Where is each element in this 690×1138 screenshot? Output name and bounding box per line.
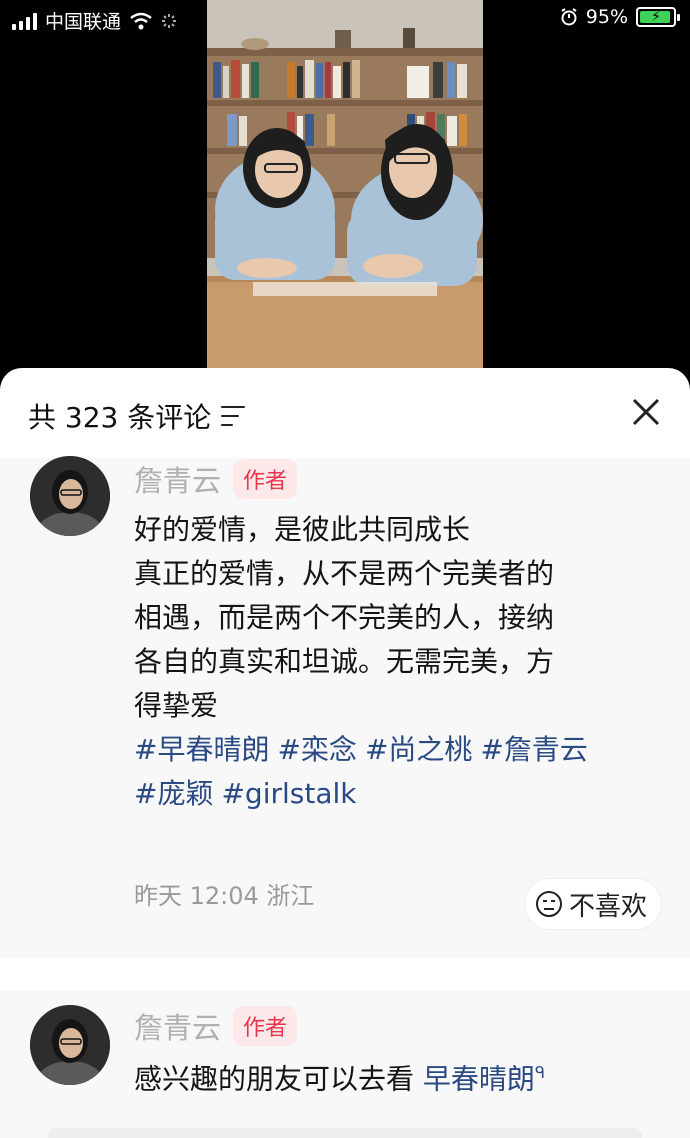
comment-text: 感兴趣的朋友可以去看 早春晴朗ᑫ — [134, 1051, 656, 1101]
alarm-icon — [561, 8, 577, 26]
comment-meta: 昨天 12:04 浙江 — [134, 882, 315, 910]
close-icon[interactable] — [628, 394, 664, 430]
comment-item: 詹青云 作者 好的爱情，是彼此共同成长 真正的爱情，从不是两个完美者的 相遇，而… — [0, 456, 690, 958]
comment-line: 各自的真实和坦诚。无需完美，方 — [134, 645, 555, 678]
battery-percent: 95% — [585, 6, 628, 28]
sort-icon[interactable] — [221, 406, 246, 426]
hashtag-link[interactable]: #girlstalk — [221, 777, 356, 810]
video-thumbnail[interactable] — [207, 0, 483, 370]
hashtag-list: #庞颖 #girlstalk — [134, 772, 656, 816]
comment-item: 詹青云 作者 感兴趣的朋友可以去看 早春晴朗ᑫ — [0, 991, 690, 1138]
comment-line: 好的爱情，是彼此共同成长 — [134, 513, 471, 546]
comments-sheet: 共 323 条评论 詹青云 作者 好的爱情，是彼此共同成长 真正的爱情，从不是两… — [0, 368, 690, 1138]
comment-line: 相遇，而是两个不完美的人，接纳 — [134, 601, 555, 634]
hashtag-link[interactable]: #栾念 — [277, 733, 356, 766]
avatar[interactable] — [30, 456, 110, 536]
comments-count-label: 共 323 条评论 — [28, 401, 212, 434]
hashtag-list: #早春晴朗 #栾念 #尚之桃 #詹青云 — [134, 728, 656, 772]
author-badge: 作者 — [233, 1006, 298, 1046]
comment-author: 詹青云 作者 — [134, 1005, 298, 1047]
search-link[interactable]: 早春晴朗 — [423, 1062, 535, 1095]
hashtag-link[interactable]: #詹青云 — [480, 733, 587, 766]
comments-header: 共 323 条评论 — [0, 368, 690, 458]
author-badge: 作者 — [233, 459, 298, 499]
comment-username[interactable]: 詹青云 — [134, 458, 221, 500]
dislike-label: 不喜欢 — [568, 891, 647, 922]
status-right: 95% ⚡ — [560, 6, 680, 28]
avatar[interactable] — [30, 1005, 110, 1085]
video-scene — [207, 0, 483, 370]
comment-line: 真正的爱情，从不是两个完美者的 — [134, 557, 555, 590]
next-comment-edge — [48, 1128, 642, 1138]
battery-charging-icon: ⚡ — [636, 7, 680, 27]
comment-username[interactable]: 詹青云 — [134, 1005, 221, 1047]
dislike-button[interactable]: 不喜欢 — [523, 878, 662, 930]
hashtag-link[interactable]: #庞颖 — [134, 777, 213, 810]
comment-line: 感兴趣的朋友可以去看 — [134, 1062, 415, 1096]
comment-line: 得挚爱 — [134, 689, 219, 722]
comment-text: 好的爱情，是彼此共同成长 真正的爱情，从不是两个完美者的 相遇，而是两个不完美的… — [134, 508, 656, 816]
hashtag-link[interactable]: #尚之桃 — [365, 733, 472, 766]
dislike-face-icon — [535, 891, 562, 917]
comments-title: 共 323 条评论 — [28, 396, 246, 436]
hashtag-link[interactable]: #早春晴朗 — [134, 733, 269, 766]
comment-author: 詹青云 作者 — [134, 458, 298, 500]
search-icon[interactable]: ᑫ — [535, 1063, 545, 1082]
